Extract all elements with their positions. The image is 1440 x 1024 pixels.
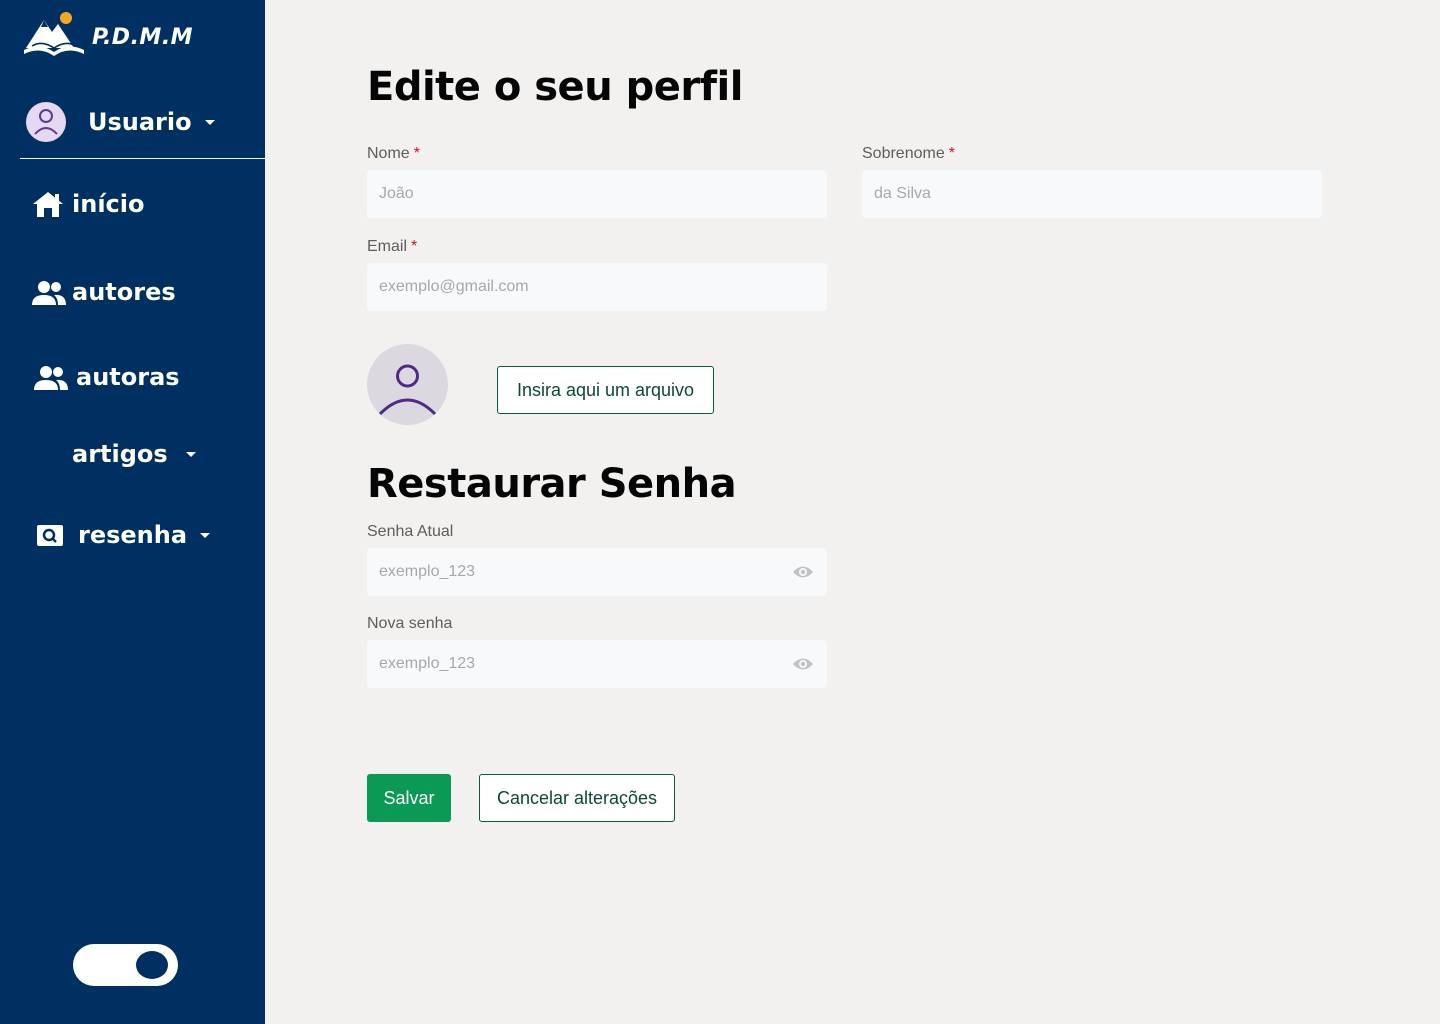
brand-name: P.D.M.M <box>92 24 194 50</box>
chevron-down-icon <box>185 451 196 457</box>
user-menu[interactable]: Usuario <box>26 102 215 142</box>
theme-toggle[interactable] <box>73 944 178 986</box>
new-password-input[interactable] <box>367 640 827 688</box>
brand-logo[interactable]: P.D.M.M <box>22 10 193 64</box>
last-name-input[interactable] <box>862 170 1322 218</box>
required-marker: * <box>948 145 955 162</box>
sidebar-item-artigos[interactable]: artigos <box>72 440 196 468</box>
sidebar-item-inicio[interactable]: início <box>32 190 144 218</box>
email-field[interactable] <box>367 263 827 311</box>
eye-icon[interactable] <box>792 655 814 677</box>
avatar <box>26 102 66 142</box>
sidebar: P.D.M.M Usuario início autores autoras a… <box>0 0 265 1024</box>
sidebar-divider <box>20 158 265 159</box>
user-icon <box>378 364 437 416</box>
book-mountain-logo-icon <box>22 10 86 64</box>
users-icon <box>34 364 68 390</box>
eye-icon[interactable] <box>792 563 814 585</box>
required-marker: * <box>411 238 418 255</box>
sidebar-item-label: resenha <box>78 521 188 549</box>
sidebar-item-label: artigos <box>72 440 168 468</box>
sidebar-item-label: autores <box>72 278 176 306</box>
profile-photo <box>367 344 448 425</box>
required-marker: * <box>413 145 420 162</box>
sidebar-item-autoras[interactable]: autoras <box>34 363 180 391</box>
chevron-down-icon <box>200 532 211 538</box>
first-name-label-text: Nome <box>367 145 410 162</box>
chevron-down-icon <box>204 119 215 125</box>
email-label-text: Email <box>367 238 408 255</box>
last-name-label: Sobrenome * <box>862 145 955 163</box>
email-label: Email * <box>367 238 417 256</box>
upload-file-button[interactable]: Insira aqui um arquivo <box>497 366 714 414</box>
page-title: Edite o seu perfil <box>367 64 743 110</box>
home-icon <box>32 190 64 218</box>
last-name-label-text: Sobrenome <box>862 145 945 162</box>
sidebar-item-label: autoras <box>76 363 180 391</box>
current-password-label: Senha Atual <box>367 523 454 540</box>
current-password-input[interactable] <box>367 548 827 596</box>
new-password-label: Nova senha <box>367 615 453 632</box>
save-button[interactable]: Salvar <box>367 774 451 822</box>
cancel-button[interactable]: Cancelar alterações <box>479 774 675 822</box>
password-section-title: Restaurar Senha <box>367 461 737 507</box>
sidebar-item-autores[interactable]: autores <box>32 278 176 306</box>
toggle-knob <box>136 951 168 979</box>
first-name-label: Nome * <box>367 145 420 163</box>
user-name: Usuario <box>88 108 192 136</box>
sidebar-item-label: início <box>72 190 145 218</box>
users-icon <box>32 279 66 305</box>
main-content: Edite o seu perfil Nome* Sobrenome* Emai… <box>265 0 1440 1024</box>
sidebar-item-resenha[interactable]: resenha <box>36 521 211 549</box>
search-document-icon <box>36 523 64 547</box>
first-name-input[interactable] <box>367 170 827 218</box>
